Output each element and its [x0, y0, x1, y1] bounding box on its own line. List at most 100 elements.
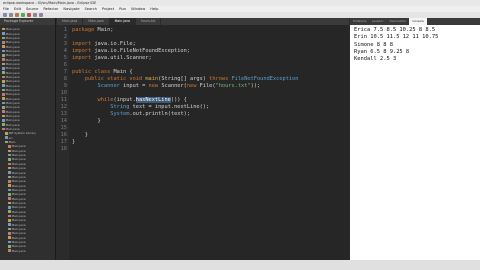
file-icon	[8, 179, 11, 183]
file-icon	[8, 192, 11, 196]
file-icon	[2, 49, 5, 53]
file-icon	[2, 53, 5, 57]
code-line: 8 public static void main(String[] args)…	[63, 76, 299, 82]
file-icon	[2, 40, 5, 44]
console-tabs: Problems Javadoc Declaration Console	[350, 18, 480, 25]
file-icon	[2, 58, 5, 61]
file-icon	[2, 32, 5, 35]
file-icon	[8, 184, 11, 187]
tab-javadoc[interactable]: Javadoc	[369, 18, 386, 25]
status-bar	[0, 260, 480, 270]
file-icon	[8, 149, 11, 153]
editor-tab[interactable]: Main.java	[83, 18, 110, 25]
code-line: 16 }	[60, 132, 88, 138]
file-icon	[2, 45, 5, 48]
file-icon	[2, 114, 5, 118]
highlighted-token: hasNextLine	[135, 97, 171, 103]
file-icon	[8, 232, 11, 235]
file-icon	[2, 27, 5, 31]
run-icon[interactable]	[21, 13, 25, 17]
file-icon	[2, 62, 5, 66]
file-icon	[8, 175, 11, 179]
file-icon	[5, 140, 8, 144]
console-line: Erin 10.5 11.5 12 11 10.75	[354, 34, 439, 41]
file-icon	[2, 84, 5, 87]
code-line: 18	[60, 146, 67, 152]
console-output[interactable]: Erica 7.5 8.5 10.25 8 8.5 Erin 10.5 11.5…	[350, 25, 480, 260]
project-tree: Main.java Main.java Main.java Main.java Main…	[0, 25, 55, 253]
file-icon	[8, 245, 11, 248]
debug-icon[interactable]	[15, 13, 19, 17]
code-line: 14 }	[60, 118, 101, 124]
file-icon	[2, 110, 5, 113]
code-line: 1 package Main;	[63, 27, 114, 33]
file-icon	[2, 119, 5, 122]
tree-item[interactable]: Main.java	[0, 249, 55, 253]
perspective-icon[interactable]	[39, 13, 43, 17]
file-icon	[2, 106, 5, 109]
code-line: 5 import java.util.Scanner;	[63, 55, 152, 61]
console-line: Erica 7.5 8.5 10.25 8 8.5	[354, 27, 436, 33]
new-icon[interactable]	[3, 13, 7, 17]
save-icon[interactable]	[9, 13, 13, 17]
file-icon	[2, 66, 5, 70]
package-explorer-tab[interactable]: Package Explorer	[0, 18, 55, 25]
code-line: 6	[63, 62, 67, 68]
file-icon	[2, 80, 5, 83]
file-icon	[8, 162, 11, 166]
stop-icon[interactable]	[27, 13, 31, 17]
code-line: 11 while(input.hasNextLine()) {	[60, 97, 187, 103]
code-line: 7 public class Main {	[63, 69, 133, 75]
file-icon	[8, 227, 11, 231]
file-icon	[8, 205, 11, 209]
file-icon	[8, 236, 11, 239]
code-line: 17}	[60, 139, 76, 145]
code-line: 3 import java.io.File;	[63, 41, 136, 47]
file-icon	[5, 132, 8, 135]
file-icon	[8, 171, 11, 174]
tab-console[interactable]: Console	[409, 18, 427, 25]
code-line: 15	[60, 125, 67, 131]
file-icon	[5, 136, 8, 140]
file-icon	[2, 101, 5, 105]
file-icon	[2, 97, 5, 100]
tree-item-label: Main.java	[11, 248, 26, 253]
code-line: 4 import java.io.FileNotFoundException;	[63, 48, 190, 54]
file-icon	[8, 214, 11, 218]
file-icon	[8, 197, 11, 200]
file-icon	[8, 145, 11, 148]
file-icon	[8, 240, 11, 244]
file-icon	[8, 219, 11, 222]
file-icon	[2, 93, 5, 96]
file-icon	[8, 153, 11, 157]
file-icon	[2, 71, 5, 74]
editor-tabs: Main.java Main.java Main.java hours.txt	[57, 18, 349, 25]
file-icon	[2, 75, 5, 79]
console-line: Simone 8 8 8	[354, 41, 393, 48]
file-icon	[2, 127, 5, 131]
editor-tab[interactable]: hours.txt	[136, 18, 162, 25]
tab-declaration[interactable]: Declaration	[387, 18, 410, 25]
file-icon	[2, 123, 5, 127]
file-icon	[2, 36, 5, 40]
console-line: Ryan 6.5 8 9.25 8	[354, 48, 410, 55]
code-line: 13 System.out.println(text);	[60, 111, 191, 117]
package-explorer: Package Explorer Main.java Main.java Main.…	[0, 18, 56, 260]
file-icon	[8, 249, 11, 252]
search-icon[interactable]	[33, 13, 37, 17]
file-icon	[8, 188, 11, 192]
file-icon	[8, 201, 11, 205]
file-icon	[8, 210, 11, 213]
editor-tab[interactable]: Main.java	[57, 18, 84, 25]
console-line: Kendall 2.5 3	[354, 56, 397, 63]
editor-tab-active[interactable]: Main.java	[109, 18, 136, 25]
code-line: 9 Scanner input = new Scanner(new File("…	[63, 83, 261, 89]
code-line: 12 String text = input.nextLine();	[60, 104, 210, 110]
code-editor[interactable]: 1 package Main; 2 3 import java.io.File; 4…	[57, 25, 349, 260]
file-icon	[8, 158, 11, 161]
code-line: 2	[63, 34, 67, 40]
file-icon	[8, 223, 11, 226]
file-icon	[2, 88, 5, 92]
tab-problems[interactable]: Problems	[350, 18, 369, 25]
file-icon	[8, 166, 11, 170]
